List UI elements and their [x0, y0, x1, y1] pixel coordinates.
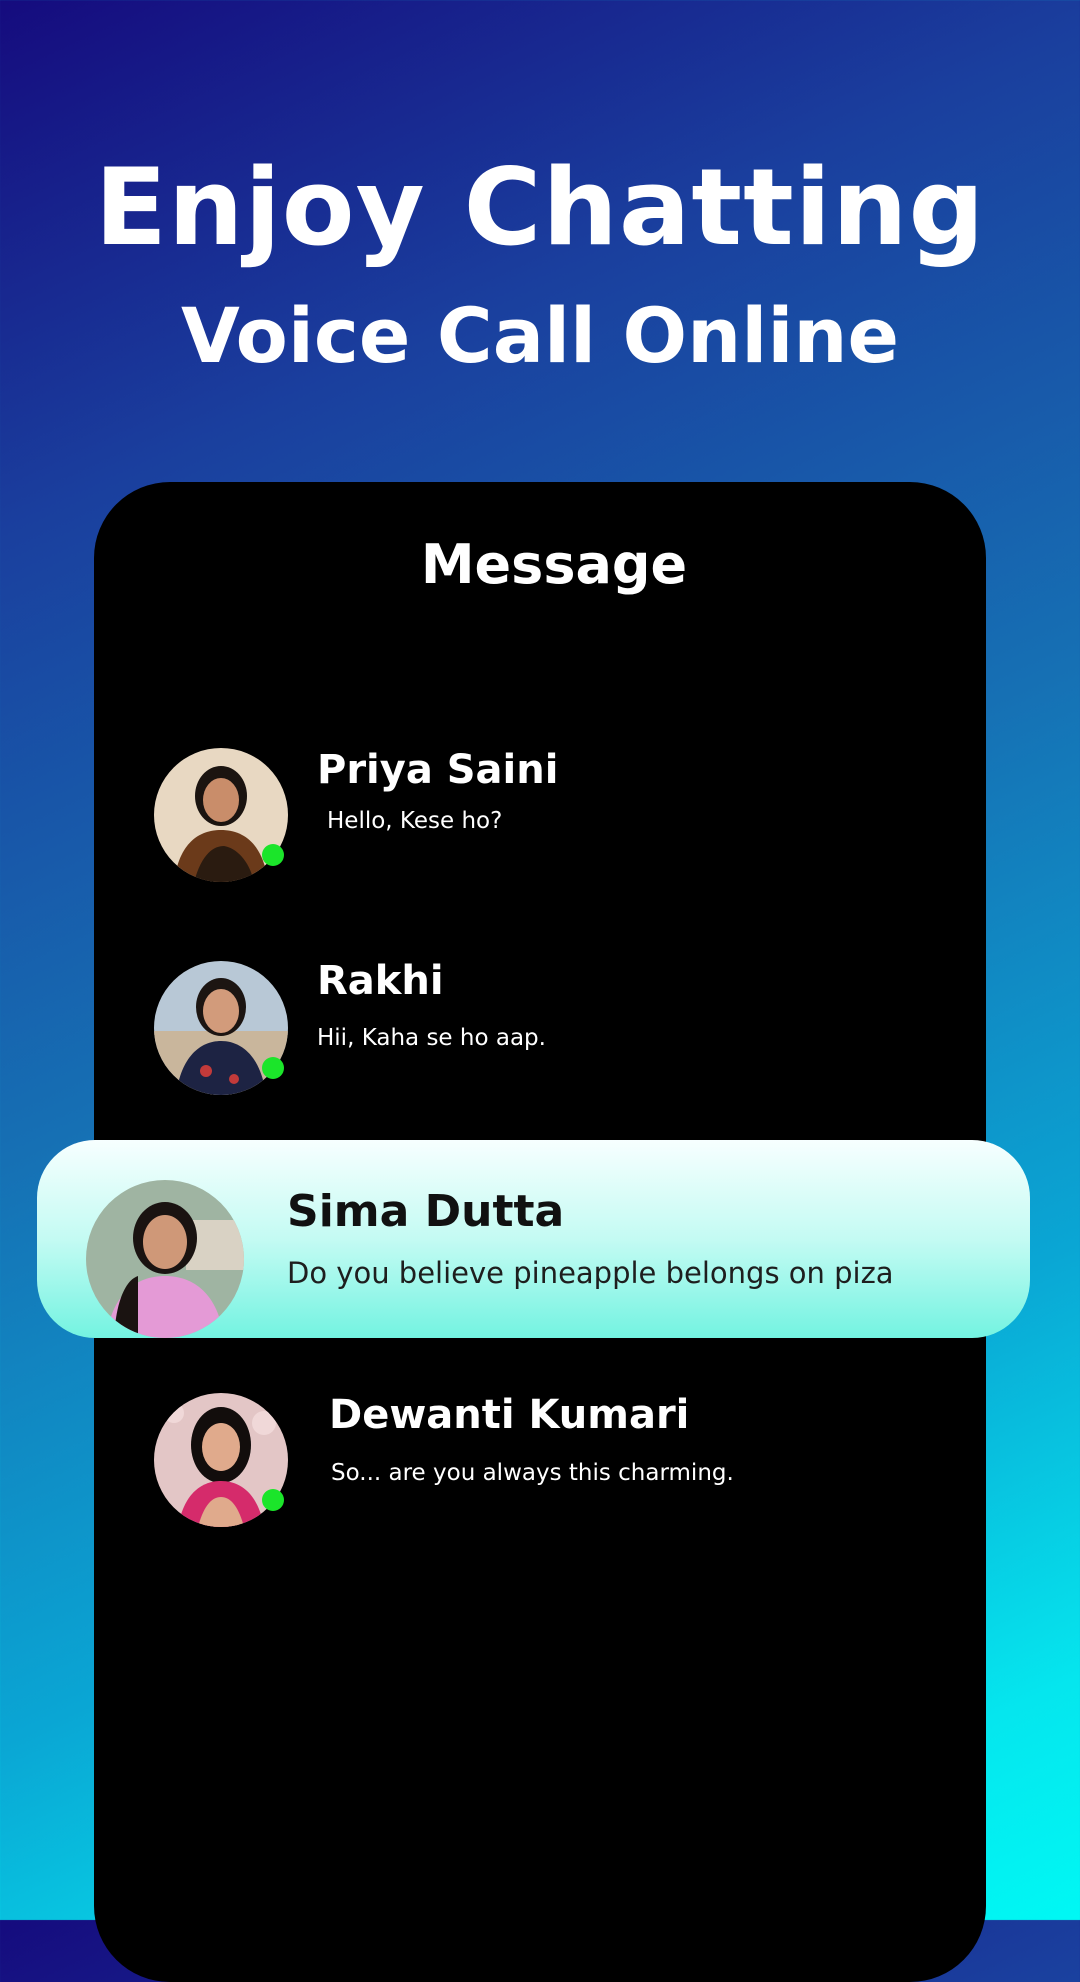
chat-name: Sima Dutta [287, 1186, 565, 1237]
online-status-dot [262, 844, 284, 866]
chat-name: Rakhi [317, 958, 444, 1004]
avatar[interactable] [86, 1180, 244, 1338]
avatar[interactable] [154, 961, 288, 1095]
chat-message-preview: Hii, Kaha se ho aap. [317, 1025, 546, 1051]
chat-message-preview: Hello, Kese ho? [327, 808, 503, 834]
chat-name: Priya Saini [317, 747, 559, 793]
headline-sub: Voice Call Online [180, 291, 900, 380]
chat-name: Dewanti Kumari [329, 1392, 690, 1438]
online-status-dot [262, 1489, 284, 1511]
avatar[interactable] [154, 748, 288, 882]
avatar-image [86, 1180, 244, 1338]
chat-message-preview: So... are you always this charming. [331, 1460, 734, 1486]
online-status-dot [262, 1057, 284, 1079]
highlighted-chat-card[interactable]: Sima Dutta Do you believe pineapple belo… [37, 1140, 1030, 1338]
headline-main: Enjoy Chatting [94, 146, 986, 269]
avatar[interactable] [154, 1393, 288, 1527]
chat-message-preview: Do you believe pineapple belongs on piza [287, 1256, 894, 1290]
chat-list-item[interactable]: Priya Saini Hello, Kese ho? [0, 745, 1080, 885]
screen-title: Message [420, 533, 688, 596]
chat-list-item[interactable]: Rakhi Hii, Kaha se ho aap. [0, 958, 1080, 1098]
chat-list-item[interactable]: Dewanti Kumari So... are you always this… [0, 1390, 1080, 1530]
